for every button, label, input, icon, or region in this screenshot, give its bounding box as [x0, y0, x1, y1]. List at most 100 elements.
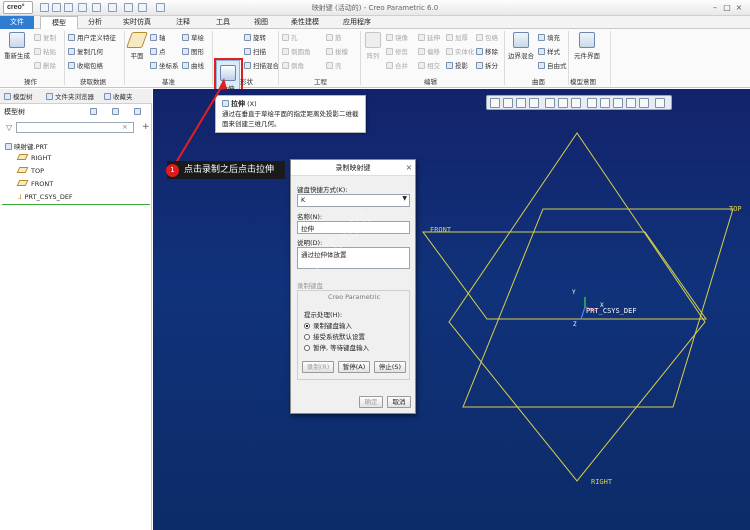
trim-button[interactable]: 修剪: [386, 48, 408, 56]
pattern-button[interactable]: 阵列: [363, 32, 383, 60]
stop-button[interactable]: 停止(S): [374, 361, 406, 373]
intersect-button[interactable]: 相交: [418, 62, 440, 70]
hole-button[interactable]: 孔: [282, 34, 298, 42]
label-right: RIGHT: [591, 478, 613, 486]
tree-search-input[interactable]: [16, 122, 134, 133]
draft-button[interactable]: 拔模: [326, 48, 348, 56]
saved-orientations-icon[interactable]: [558, 98, 568, 108]
perspective-icon[interactable]: [587, 98, 597, 108]
zoom-out-icon[interactable]: [516, 98, 526, 108]
option-record-keyboard[interactable]: 录制键盘输入: [304, 320, 352, 330]
extend-button[interactable]: 延伸: [418, 34, 440, 42]
display-style-icon[interactable]: [545, 98, 555, 108]
tab-analysis[interactable]: 分析: [84, 16, 106, 29]
project-button[interactable]: 投影: [446, 62, 468, 70]
refit-icon[interactable]: [490, 98, 500, 108]
section-icon[interactable]: [600, 98, 610, 108]
tree-item-front[interactable]: FRONT: [16, 180, 53, 188]
freestyle-button[interactable]: 自由式: [538, 62, 567, 70]
close-icon[interactable]: ×: [734, 2, 744, 13]
datum-display-icon[interactable]: [613, 98, 623, 108]
csys-button[interactable]: 坐标系: [150, 62, 179, 70]
curve-button[interactable]: 曲线: [182, 62, 204, 70]
tab-file[interactable]: 文件: [0, 16, 34, 29]
tab-folder-browser[interactable]: 文件夹浏览器: [46, 91, 94, 101]
record-button[interactable]: 录制(R): [302, 361, 334, 373]
udf-button[interactable]: 用户定义特征: [68, 34, 116, 42]
sweep-button[interactable]: 扫描: [244, 48, 266, 56]
chamfer-button[interactable]: 倒角: [282, 62, 304, 70]
axis-button[interactable]: 轴: [150, 34, 166, 42]
revolve-button[interactable]: 旋转: [244, 34, 266, 42]
shell-button[interactable]: 壳: [326, 62, 342, 70]
separator: [610, 31, 611, 85]
minimize-icon[interactable]: –: [710, 2, 720, 13]
solidify-button[interactable]: 实体化: [446, 48, 475, 56]
thicken-button[interactable]: 加厚: [446, 34, 468, 42]
maximize-icon[interactable]: □: [722, 2, 732, 13]
record-tab[interactable]: 录制键盘: [297, 280, 323, 290]
chevron-down-icon[interactable]: ▼: [402, 195, 407, 202]
pause-button[interactable]: 暂停(A): [338, 361, 370, 373]
repaint-icon[interactable]: [529, 98, 539, 108]
tree-filter-icon[interactable]: [90, 108, 97, 115]
option-pause-input[interactable]: 暂停, 等待键盘输入: [304, 342, 369, 352]
copy-button[interactable]: 复制: [34, 34, 56, 42]
separator: [64, 31, 65, 85]
split-button[interactable]: 拆分: [476, 62, 498, 70]
graphics-window[interactable]: FRONT TOP RIGHT PRT_CSYS_DEF X Y Z: [153, 89, 750, 530]
merge-button[interactable]: 合并: [386, 62, 408, 70]
style-button[interactable]: 样式: [538, 48, 560, 56]
graph-button[interactable]: 图形: [182, 48, 204, 56]
delete-button[interactable]: 删除: [34, 62, 56, 70]
component-interface-button[interactable]: 元件界面: [572, 32, 602, 60]
offset-button[interactable]: 偏移: [418, 48, 440, 56]
plane-button[interactable]: 平面: [126, 32, 148, 60]
description-field[interactable]: 通过拉伸体放置: [297, 247, 410, 269]
wrap-button[interactable]: 包络: [476, 34, 498, 42]
dialog-close-icon[interactable]: ×: [403, 160, 415, 176]
paste-button[interactable]: 粘贴: [34, 48, 56, 56]
annotation-display-icon[interactable]: [655, 98, 665, 108]
plane-icon: [126, 32, 148, 48]
tab-favorites[interactable]: 收藏夹: [104, 91, 133, 101]
zoom-in-icon[interactable]: [503, 98, 513, 108]
shortcut-field[interactable]: K ▼: [297, 194, 410, 207]
point-button[interactable]: 点: [150, 48, 166, 56]
tab-tools[interactable]: 工具: [212, 16, 234, 29]
tree-item-csys[interactable]: ⅃ PRT_CSYS_DEF: [18, 193, 73, 201]
add-icon[interactable]: +: [142, 122, 150, 132]
plane-display-icon[interactable]: [626, 98, 636, 108]
tree-item-top[interactable]: TOP: [16, 167, 44, 175]
tab-model-tree[interactable]: 模型树: [4, 91, 33, 101]
view-manager-icon[interactable]: [571, 98, 581, 108]
tab-applications[interactable]: 应用程序: [340, 16, 374, 29]
round-button[interactable]: 倒圆角: [282, 48, 311, 56]
sketch-button[interactable]: 草绘: [182, 34, 204, 42]
csys-display-icon[interactable]: [639, 98, 649, 108]
tab-flexible-modeling[interactable]: 柔性建模: [288, 16, 322, 29]
fill-button[interactable]: 填充: [538, 34, 560, 42]
remove-button[interactable]: 移除: [476, 48, 498, 56]
name-field[interactable]: 拉伸: [297, 221, 410, 234]
tree-settings-icon[interactable]: [112, 108, 119, 115]
tab-live-simulation[interactable]: 实时仿真: [120, 16, 154, 29]
option-accept-defaults[interactable]: 接受系统默认设置: [304, 331, 365, 341]
tab-model[interactable]: 模型: [40, 16, 78, 29]
tab-annotate[interactable]: 注释: [172, 16, 194, 29]
swept-blend-button[interactable]: 扫描混合: [244, 62, 279, 70]
boundary-blend-button[interactable]: 边界混合: [506, 32, 536, 60]
ok-button[interactable]: 确定: [359, 396, 383, 408]
shrinkwrap-button[interactable]: 收缩包络: [68, 62, 103, 70]
sketch-icon: [182, 34, 189, 41]
copy-geometry-button[interactable]: 复制几何: [68, 48, 103, 56]
cancel-button[interactable]: 取消: [387, 396, 411, 408]
mirror-button[interactable]: 镜像: [386, 34, 408, 42]
tab-view[interactable]: 视图: [250, 16, 272, 29]
tree-root[interactable]: 映射键.PRT: [5, 141, 48, 151]
rib-button[interactable]: 筋: [326, 34, 342, 42]
clear-search-icon[interactable]: ×: [122, 123, 128, 131]
tree-columns-icon[interactable]: [134, 108, 141, 115]
regenerate-button[interactable]: 重新生成: [4, 32, 30, 60]
tree-item-right[interactable]: RIGHT: [16, 154, 51, 162]
